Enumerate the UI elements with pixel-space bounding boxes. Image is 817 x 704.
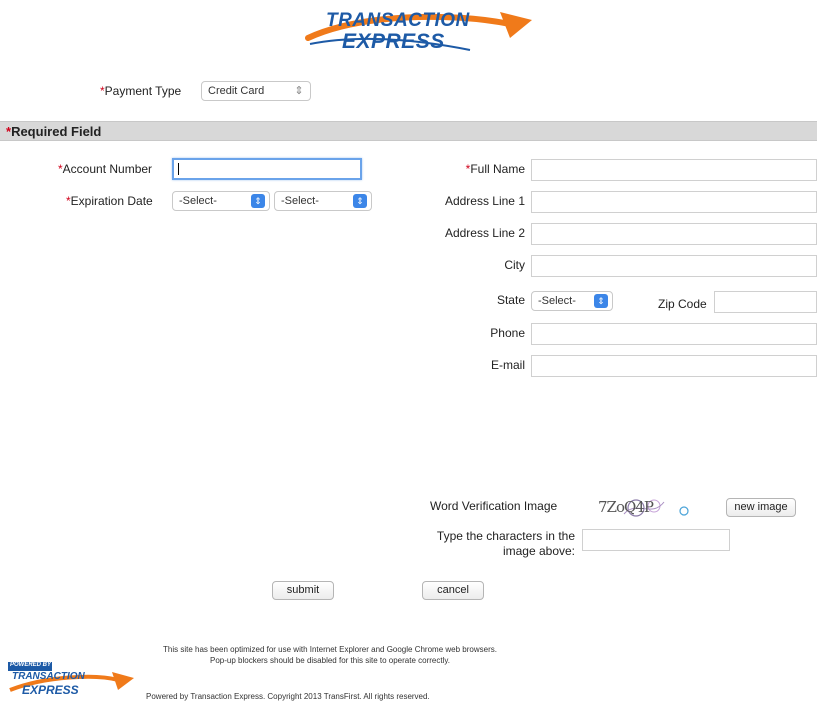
email-input[interactable] [531,355,817,377]
state-select[interactable]: -Select- ⇕ [531,291,613,311]
city-input[interactable] [531,255,817,277]
logo-text-top: TRANSACTION [326,10,470,31]
account-number-input[interactable] [172,158,362,180]
address-line-1-label: Address Line 1 [444,194,525,208]
address-line-2-label: Address Line 2 [444,226,525,240]
text-cursor [178,163,179,175]
address-line-2-input[interactable] [531,223,817,245]
browser-note: This site has been optimized for use wit… [163,645,497,665]
cancel-button[interactable]: cancel [422,581,484,600]
exp-month-value: -Select- [179,195,217,207]
chevron-down-icon: ⇕ [353,194,367,208]
copyright-text: Powered by Transaction Express. Copyrigh… [146,692,430,701]
logo-text-bottom: EXPRESS [342,30,445,53]
account-number-label: *Account Number [58,162,153,176]
payment-type-label: *Payment Type [100,84,182,98]
expiration-date-label: *Expiration Date [66,194,153,208]
chevron-down-icon: ⇕ [594,294,608,308]
state-value: -Select- [538,295,576,307]
captcha-image: 7ZoQ4P [596,496,716,522]
exp-month-select[interactable]: -Select- ⇕ [172,191,270,211]
payment-type-value: Credit Card [208,85,265,97]
zip-code-input[interactable] [714,291,817,313]
updown-chevron-icon: ⇕ [294,85,304,97]
required-field-bar: *Required Field [0,121,817,141]
exp-year-value: -Select- [281,195,319,207]
exp-year-select[interactable]: -Select- ⇕ [274,191,372,211]
zip-code-label: Zip Code [658,297,707,311]
captcha-input[interactable] [582,529,730,551]
phone-label: Phone [490,326,525,340]
phone-input[interactable] [531,323,817,345]
powered-by-text: POWERED BY [10,662,52,668]
chevron-down-icon: ⇕ [251,194,265,208]
full-name-input[interactable] [531,159,817,181]
captcha-text: 7ZoQ4P [598,498,654,516]
type-characters-label: Type the characters in the image above: [436,529,575,558]
payment-type-select[interactable]: Credit Card ⇕ [201,81,311,101]
word-verification-label: Word Verification Image [430,499,558,513]
powered-by-logo: POWERED BY TRANSACTION EXPRESS [6,660,138,702]
address-line-1-input[interactable] [531,191,817,213]
email-label: E-mail [490,358,525,372]
powered-logo-top: TRANSACTION [12,671,85,682]
state-label: State [496,293,525,307]
full-name-label: *Full Name [465,162,525,176]
new-image-button[interactable]: new image [726,498,796,517]
powered-logo-bottom: EXPRESS [22,683,79,697]
submit-button[interactable]: submit [272,581,334,600]
transaction-express-logo: TRANSACTION EXPRESS [300,10,540,60]
required-field-label: Required Field [11,124,102,139]
city-label: City [504,258,525,272]
